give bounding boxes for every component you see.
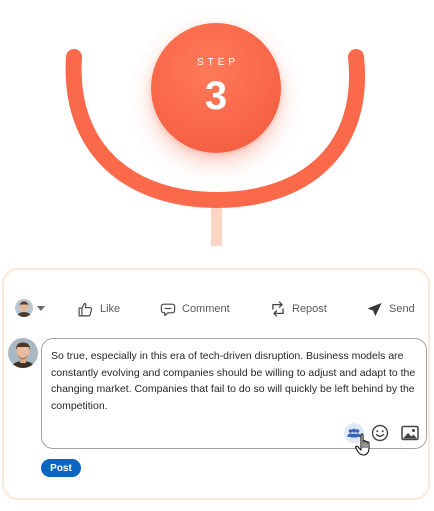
- image-icon[interactable]: [401, 425, 419, 441]
- comment-label: Comment: [182, 303, 230, 315]
- post-button[interactable]: Post: [41, 459, 81, 477]
- comment-input[interactable]: So true, especially in this era of tech-…: [41, 338, 427, 456]
- thumbs-up-icon: [78, 302, 93, 316]
- comment-bubble-icon: [160, 303, 176, 316]
- paper-plane-icon: [367, 302, 382, 316]
- post-card: Like Comment Repost Send So true, especi…: [2, 268, 430, 500]
- comment-button[interactable]: Comment: [160, 298, 230, 320]
- step-badge: STEP 3: [151, 23, 281, 153]
- repost-button[interactable]: Repost: [270, 298, 327, 320]
- like-button[interactable]: Like: [77, 298, 120, 320]
- repost-label: Repost: [292, 303, 327, 315]
- repost-arrows-icon: [272, 301, 284, 317]
- people-mention-icon: [347, 428, 361, 438]
- mention-button[interactable]: [344, 423, 364, 443]
- like-label: Like: [100, 303, 121, 315]
- step-label: STEP: [196, 57, 240, 68]
- comment-text[interactable]: So true, especially in this era of tech-…: [51, 348, 419, 414]
- send-label: Send: [389, 303, 415, 315]
- user-avatar[interactable]: [15, 299, 33, 317]
- step-number: 3: [204, 74, 228, 118]
- commenter-avatar: [8, 338, 38, 368]
- smiley-icon[interactable]: [371, 424, 389, 442]
- step-connector: [211, 208, 222, 246]
- send-button[interactable]: Send: [367, 298, 415, 320]
- chevron-down-icon[interactable]: [37, 306, 45, 311]
